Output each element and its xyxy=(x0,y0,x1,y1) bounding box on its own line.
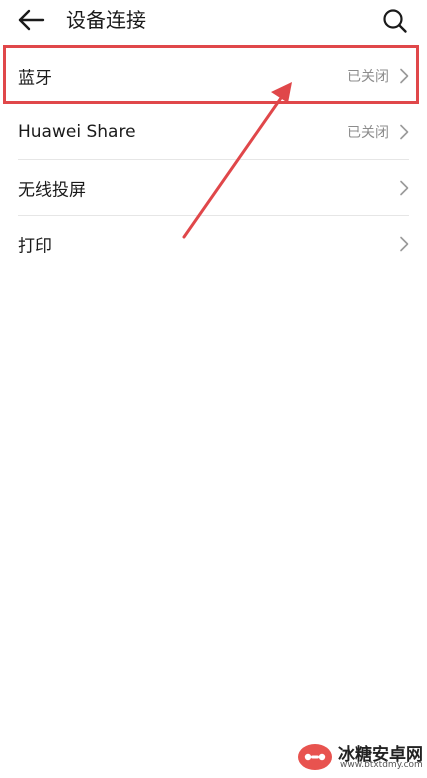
settings-list: 蓝牙 已关闭 Huawei Share 已关闭 无线投屏 打印 xyxy=(0,48,427,272)
back-button[interactable] xyxy=(14,6,48,34)
app-header: 设备连接 xyxy=(0,0,427,40)
chevron-right-icon xyxy=(400,236,409,252)
chevron-right-icon xyxy=(400,180,409,196)
chevron-right-icon xyxy=(400,68,409,84)
gamepad-logo-icon xyxy=(298,744,332,770)
bluetooth-row[interactable]: 蓝牙 已关闭 xyxy=(0,48,427,104)
arrow-left-icon xyxy=(18,9,45,31)
watermark: 冰糖安卓网 www.btxtdmy.com xyxy=(296,738,426,774)
chevron-right-icon xyxy=(400,124,409,140)
bluetooth-status: 已关闭 xyxy=(347,69,389,85)
wireless-projection-row[interactable]: 无线投屏 xyxy=(0,160,427,216)
row-label-bluetooth: 蓝牙 xyxy=(18,68,52,89)
search-button[interactable] xyxy=(380,6,410,36)
huawei-share-status: 已关闭 xyxy=(347,125,389,141)
search-icon xyxy=(383,9,407,33)
page-title: 设备连接 xyxy=(66,8,146,32)
row-label-wireless-projection: 无线投屏 xyxy=(18,180,86,201)
row-label-huawei-share: Huawei Share xyxy=(18,122,136,142)
watermark-url: www.btxtdmy.com xyxy=(340,760,423,770)
huawei-share-row[interactable]: Huawei Share 已关闭 xyxy=(0,104,427,160)
row-label-print: 打印 xyxy=(18,236,52,257)
print-row[interactable]: 打印 xyxy=(0,216,427,272)
